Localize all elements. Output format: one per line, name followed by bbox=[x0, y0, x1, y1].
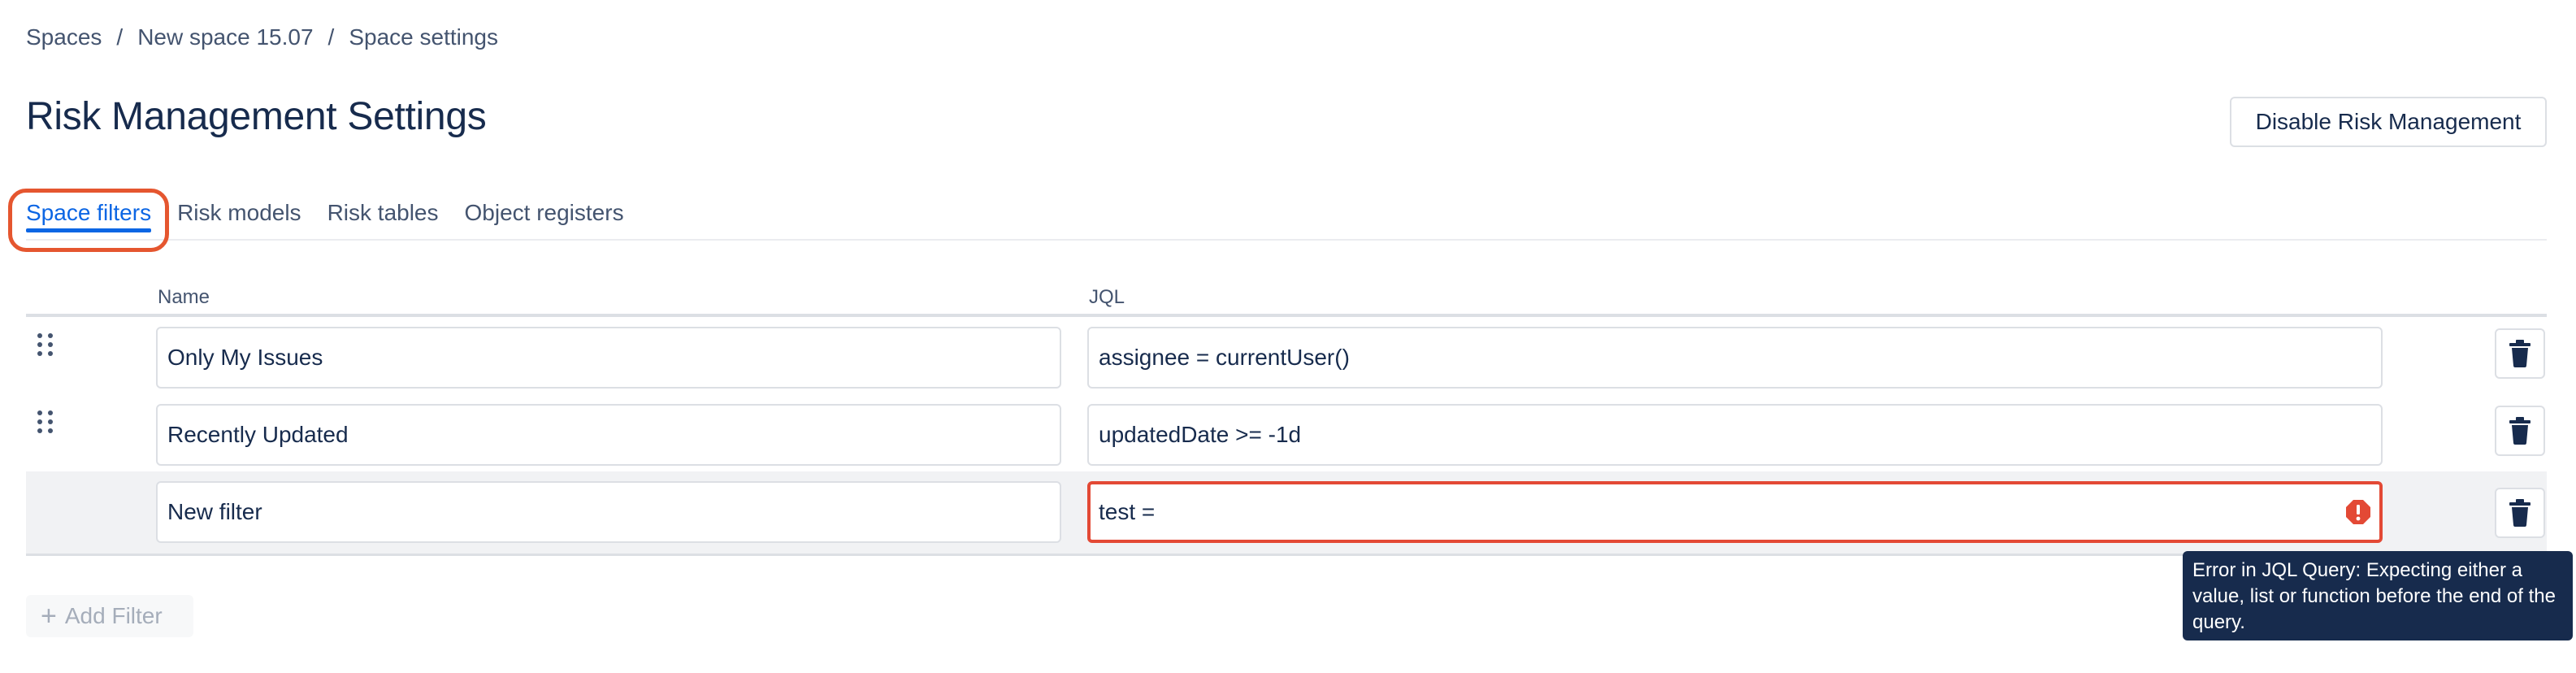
table-row bbox=[26, 394, 2547, 471]
breadcrumb-item-spaces[interactable]: Spaces bbox=[26, 24, 102, 50]
filter-jql-input[interactable] bbox=[1087, 404, 2383, 466]
column-header-name: Name bbox=[158, 286, 210, 308]
tab-space-filters[interactable]: Space filters bbox=[26, 192, 152, 237]
breadcrumb-separator: / bbox=[116, 24, 124, 50]
tab-bar: Space filters Risk models Risk tables Ob… bbox=[26, 192, 2547, 241]
filter-jql-input[interactable] bbox=[1087, 327, 2383, 389]
error-icon bbox=[2346, 500, 2370, 524]
table-row bbox=[26, 317, 2547, 393]
plus-icon: + bbox=[41, 601, 57, 632]
table-row bbox=[26, 471, 2547, 556]
drag-handle-icon[interactable] bbox=[37, 410, 57, 435]
trash-icon bbox=[2509, 417, 2530, 445]
filter-jql-input[interactable] bbox=[1087, 481, 2383, 543]
drag-handle-icon[interactable] bbox=[37, 333, 57, 358]
column-header-jql: JQL bbox=[1089, 286, 1125, 308]
risk-management-settings-page: Spaces / New space 15.07 / Space setting… bbox=[0, 0, 2576, 673]
page-title: Risk Management Settings bbox=[26, 95, 487, 138]
add-filter-label: Add Filter bbox=[64, 603, 163, 628]
breadcrumb-item-space-settings[interactable]: Space settings bbox=[349, 24, 498, 50]
jql-error-tooltip: Error in JQL Query: Expecting either a v… bbox=[2183, 551, 2573, 640]
trash-icon bbox=[2509, 340, 2530, 367]
filter-name-input[interactable] bbox=[156, 481, 1061, 543]
disable-risk-management-button[interactable]: Disable Risk Management bbox=[2230, 97, 2547, 147]
tab-risk-tables[interactable]: Risk tables bbox=[327, 192, 439, 237]
breadcrumb-separator: / bbox=[327, 24, 335, 50]
filter-name-input[interactable] bbox=[156, 327, 1061, 389]
delete-filter-button[interactable] bbox=[2495, 488, 2545, 538]
table-header: Name JQL bbox=[26, 276, 2547, 317]
filter-name-input[interactable] bbox=[156, 404, 1061, 466]
tab-object-registers[interactable]: Object registers bbox=[465, 192, 624, 237]
breadcrumb: Spaces / New space 15.07 / Space setting… bbox=[26, 21, 498, 54]
delete-filter-button[interactable] bbox=[2495, 328, 2545, 379]
trash-icon bbox=[2509, 499, 2530, 527]
breadcrumb-item-space[interactable]: New space 15.07 bbox=[137, 24, 313, 50]
delete-filter-button[interactable] bbox=[2495, 406, 2545, 456]
add-filter-button[interactable]: + Add Filter bbox=[26, 595, 193, 637]
tab-risk-models[interactable]: Risk models bbox=[177, 192, 301, 237]
